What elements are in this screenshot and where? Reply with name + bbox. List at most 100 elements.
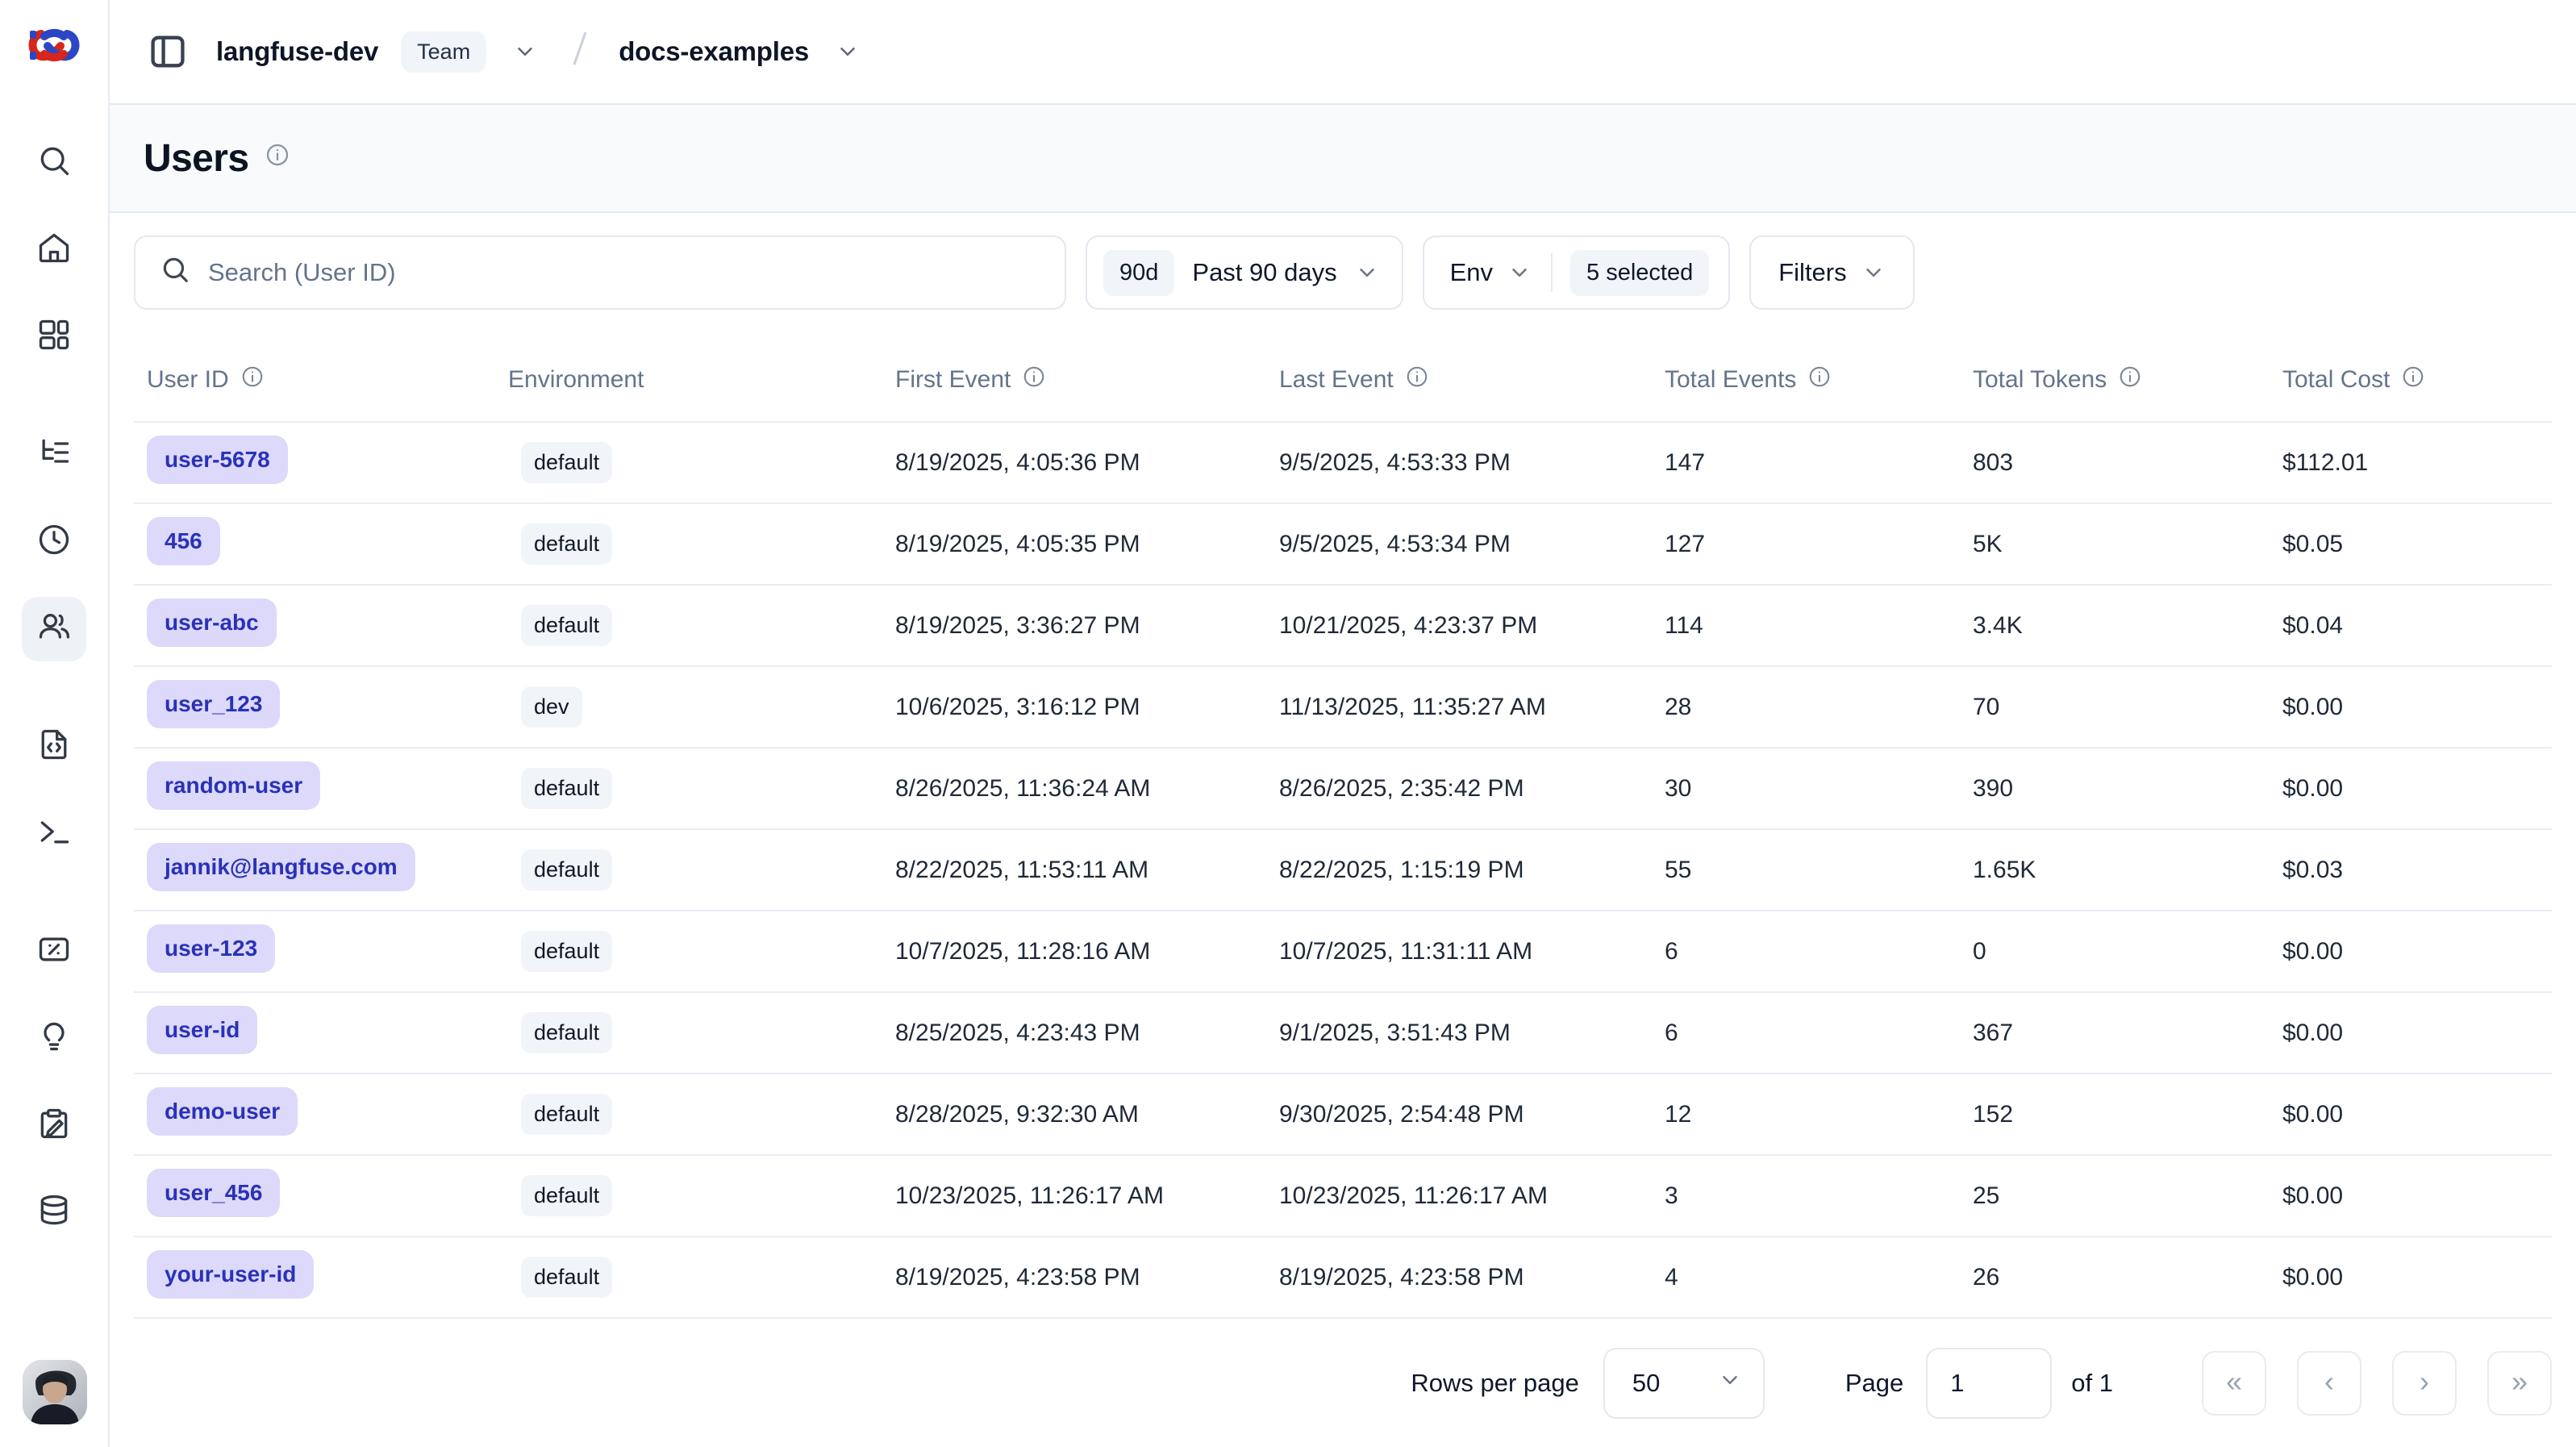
next-page-button[interactable]: › — [2392, 1351, 2457, 1416]
user-id-badge[interactable]: user_456 — [147, 1169, 280, 1217]
table-row[interactable]: demo-userdefault8/28/2025, 9:32:30 AM9/3… — [134, 1074, 2552, 1156]
page-title-info-icon[interactable] — [265, 142, 290, 174]
cell-environment: default — [508, 1012, 895, 1053]
filters-button[interactable]: Filters — [1749, 236, 1914, 310]
cell-first-event: 8/19/2025, 4:05:36 PM — [895, 449, 1279, 477]
table-row[interactable]: user-iddefault8/25/2025, 4:23:43 PM9/1/2… — [134, 993, 2552, 1074]
sidebar-item-annotation[interactable] — [22, 1094, 86, 1158]
environment-badge: default — [521, 1094, 612, 1135]
filter-toolbar: 90d Past 90 days Env 5 selected Filters — [134, 236, 2552, 310]
cell-total-events: 6 — [1665, 938, 1973, 965]
previous-page-button[interactable]: ‹ — [2297, 1351, 2361, 1416]
user-avatar[interactable] — [23, 1360, 87, 1424]
column-header-total-cost[interactable]: Total Cost — [2282, 365, 2552, 395]
cell-total-events: 6 — [1665, 1020, 1973, 1047]
cell-total-tokens: 26 — [1973, 1264, 2282, 1291]
table-row[interactable]: user-abcdefault8/19/2025, 3:36:27 PM10/2… — [134, 586, 2552, 667]
table-row[interactable]: user-5678default8/19/2025, 4:05:36 PM9/5… — [134, 423, 2552, 504]
last-page-button[interactable]: » — [2487, 1351, 2552, 1416]
project-name[interactable]: docs-examples — [619, 36, 809, 67]
cell-total-events: 114 — [1665, 612, 1973, 640]
column-header-user-id[interactable]: User ID — [134, 365, 508, 395]
user-id-badge[interactable]: jannik@langfuse.com — [147, 843, 415, 891]
user-id-badge[interactable]: user_123 — [147, 680, 280, 728]
user-id-badge[interactable]: demo-user — [147, 1087, 298, 1136]
column-header-total-events[interactable]: Total Events — [1665, 365, 1973, 395]
table-row[interactable]: user_123dev10/6/2025, 3:16:12 PM11/13/20… — [134, 667, 2552, 749]
info-icon[interactable] — [2401, 365, 2425, 395]
rows-per-page-select[interactable]: 50 — [1603, 1348, 1765, 1419]
cell-total-cost: $0.03 — [2282, 857, 2552, 884]
sidebar-item-tracing[interactable] — [22, 423, 86, 487]
sidebar-item-home[interactable] — [22, 218, 86, 282]
sidebar-item-evaluation[interactable] — [22, 919, 86, 984]
filters-label: Filters — [1778, 258, 1846, 287]
page-number-input[interactable] — [1926, 1348, 2052, 1419]
info-icon[interactable] — [240, 365, 265, 395]
column-header-total-tokens[interactable]: Total Tokens — [1973, 365, 2282, 395]
user-id-badge[interactable]: user-id — [147, 1006, 257, 1054]
cell-total-tokens: 5K — [1973, 531, 2282, 558]
environment-selected-badge: 5 selected — [1570, 250, 1709, 296]
org-name[interactable]: langfuse-dev — [216, 36, 378, 67]
sidebar-item-search[interactable] — [22, 131, 86, 195]
info-icon[interactable] — [1022, 365, 1046, 395]
search-input[interactable] — [208, 258, 1040, 287]
database-icon — [36, 1193, 72, 1234]
project-switcher-chevron-icon[interactable] — [832, 35, 864, 68]
clock-icon — [36, 522, 72, 563]
table-row[interactable]: random-userdefault8/26/2025, 11:36:24 AM… — [134, 749, 2552, 830]
dashboard-grid-icon — [36, 317, 72, 358]
table-row[interactable]: jannik@langfuse.comdefault8/22/2025, 11:… — [134, 830, 2552, 911]
sidebar-toggle-icon[interactable] — [142, 26, 194, 77]
date-range-button[interactable]: 90d Past 90 days — [1086, 236, 1403, 310]
cell-environment: default — [508, 931, 895, 972]
column-header-environment[interactable]: Environment — [508, 366, 895, 394]
sidebar-item-users[interactable] — [22, 597, 86, 661]
org-switcher-chevron-icon[interactable] — [509, 35, 541, 68]
cell-total-tokens: 1.65K — [1973, 857, 2282, 884]
environment-filter-button[interactable]: Env 5 selected — [1423, 236, 1731, 310]
users-icon — [36, 609, 72, 650]
user-id-badge[interactable]: 456 — [147, 517, 220, 565]
sidebar-item-prompts[interactable] — [22, 715, 86, 779]
user-id-badge[interactable]: user-123 — [147, 924, 275, 973]
column-label: User ID — [147, 366, 229, 394]
sidebar-item-sessions[interactable] — [22, 510, 86, 574]
sidebar-item-playground[interactable] — [22, 802, 86, 866]
sidebar-item-dashboards[interactable] — [22, 305, 86, 369]
table-row[interactable]: 456default8/19/2025, 4:05:35 PM9/5/2025,… — [134, 504, 2552, 586]
first-page-button[interactable]: « — [2202, 1351, 2266, 1416]
table-row[interactable]: your-user-iddefault8/19/2025, 4:23:58 PM… — [134, 1237, 2552, 1319]
sidebar-item-insights[interactable] — [22, 1007, 86, 1071]
column-label: Total Cost — [2282, 366, 2390, 394]
cell-total-events: 3 — [1665, 1182, 1973, 1210]
user-id-badge[interactable]: user-5678 — [147, 436, 288, 484]
column-header-last-event[interactable]: Last Event — [1279, 365, 1665, 395]
sidebar-item-datasets[interactable] — [22, 1181, 86, 1245]
info-icon[interactable] — [1807, 365, 1832, 395]
cell-total-tokens: 367 — [1973, 1020, 2282, 1047]
user-id-badge[interactable]: user-abc — [147, 598, 277, 647]
table-row[interactable]: user_456default10/23/2025, 11:26:17 AM10… — [134, 1156, 2552, 1237]
user-id-badge[interactable]: random-user — [147, 761, 320, 810]
rows-per-page-value: 50 — [1632, 1369, 1660, 1398]
cell-total-cost: $0.00 — [2282, 938, 2552, 965]
info-icon[interactable] — [2118, 365, 2142, 395]
content: 90d Past 90 days Env 5 selected Filters — [110, 213, 2576, 1447]
cell-first-event: 8/19/2025, 3:36:27 PM — [895, 612, 1279, 640]
column-header-first-event[interactable]: First Event — [895, 365, 1279, 395]
table-row[interactable]: user-123default10/7/2025, 11:28:16 AM10/… — [134, 911, 2552, 993]
cell-total-events: 28 — [1665, 694, 1973, 721]
terminal-icon — [36, 814, 72, 855]
cell-user-id: user-id — [134, 1006, 508, 1061]
column-label: Total Events — [1665, 366, 1796, 394]
user-id-badge[interactable]: your-user-id — [147, 1250, 314, 1299]
page-count-label: of 1 — [2071, 1369, 2113, 1398]
cell-user-id: demo-user — [134, 1087, 508, 1142]
info-icon[interactable] — [1405, 365, 1429, 395]
cell-total-events: 127 — [1665, 531, 1973, 558]
cell-last-event: 10/23/2025, 11:26:17 AM — [1279, 1182, 1665, 1210]
column-label: First Event — [895, 366, 1011, 394]
cell-user-id: your-user-id — [134, 1250, 508, 1305]
